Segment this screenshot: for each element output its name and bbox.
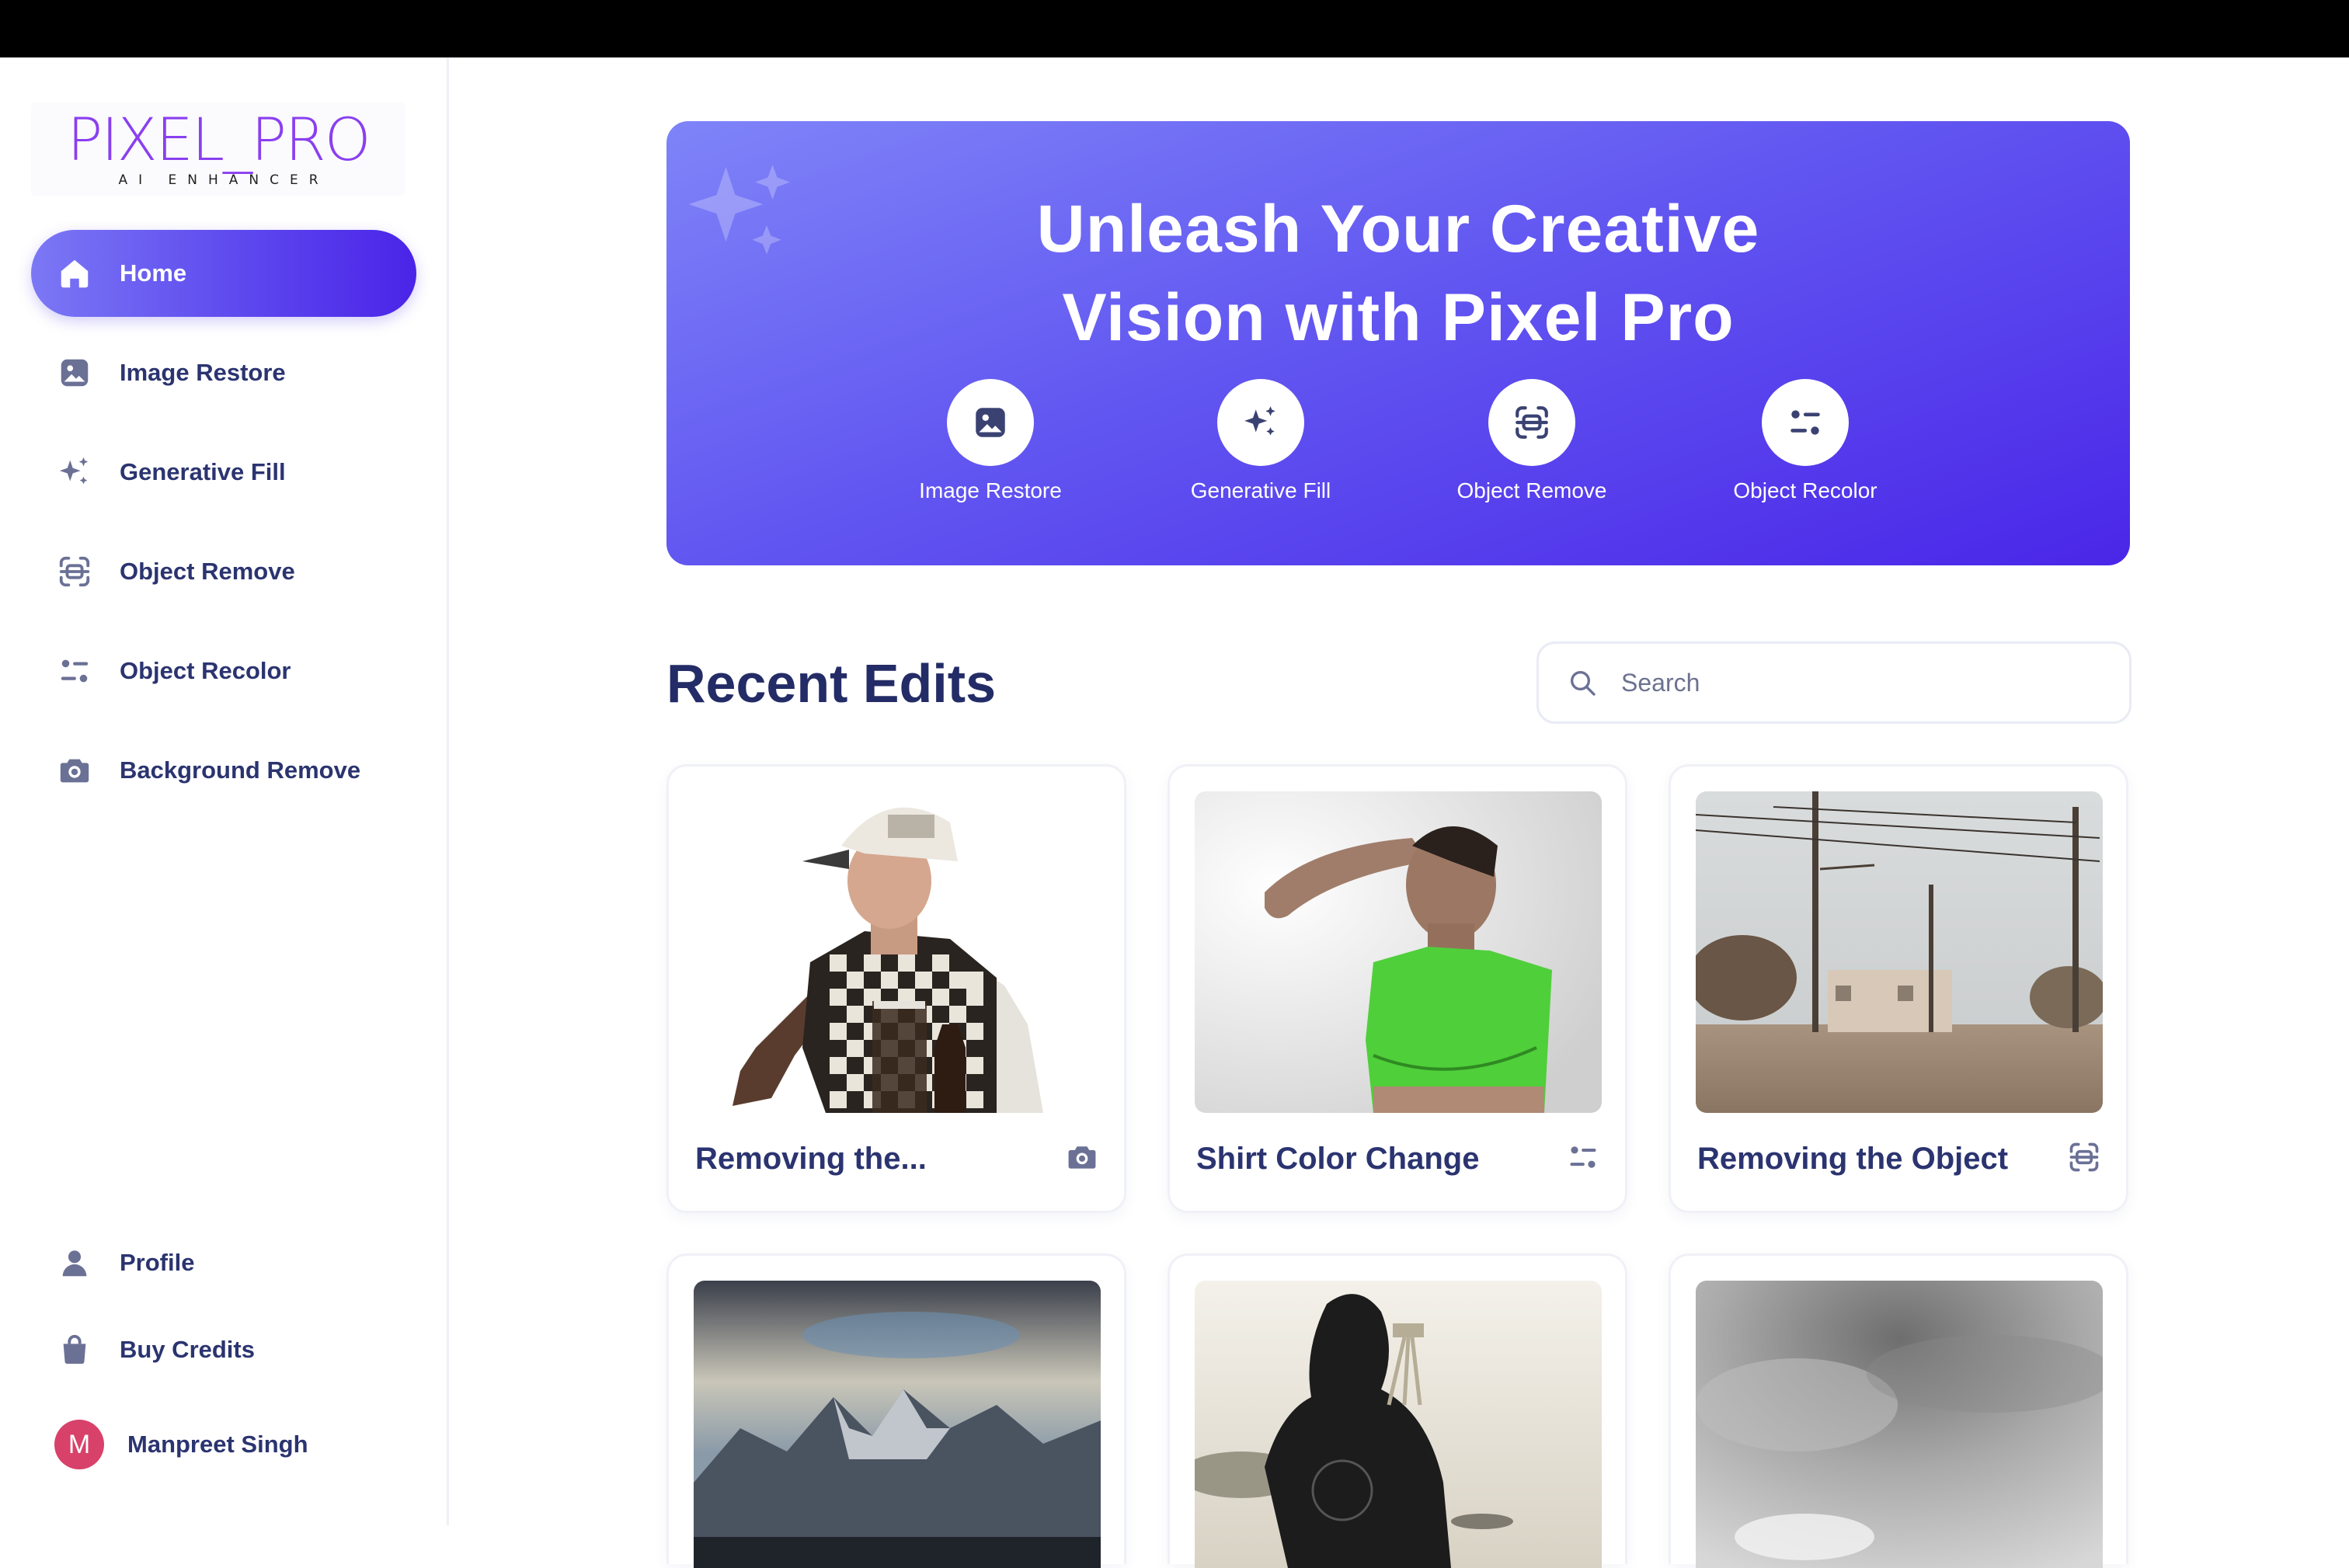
sidebar-user[interactable]: M Manpreet Singh xyxy=(31,1401,416,1488)
search-input[interactable] xyxy=(1621,668,2103,697)
hero-title-line-1: Unleash Your Creative xyxy=(1036,192,1760,266)
sidebar-item-profile[interactable]: Profile xyxy=(31,1219,416,1306)
sidebar-item-label: Generative Fill xyxy=(120,458,286,485)
search-box[interactable] xyxy=(1536,641,2132,724)
sidebar-item-image-restore[interactable]: Image Restore xyxy=(31,329,416,416)
edit-thumbnail xyxy=(1195,791,1602,1113)
scan-icon xyxy=(1488,379,1575,466)
hero-title: Unleash Your Creative Vision with Pixel … xyxy=(666,185,2130,362)
sidebar-item-background-remove[interactable]: Background Remove xyxy=(31,727,416,814)
sidebar-item-label: Background Remove xyxy=(120,756,361,784)
hero-tool-label: Image Restore xyxy=(919,478,1062,502)
hero-tool-object-recolor[interactable]: Object Recolor xyxy=(1689,379,1922,505)
user-icon xyxy=(56,1244,93,1281)
sidebar-item-label: Profile xyxy=(120,1249,195,1276)
sidebar-item-object-remove[interactable]: Object Remove xyxy=(31,528,416,615)
logo-tagline: AI ENHANCER xyxy=(118,172,329,188)
recent-edit-card[interactable] xyxy=(1669,1253,2128,1568)
card-footer: Shirt Color Change xyxy=(1196,1132,1600,1186)
hero-tool-image-restore[interactable]: Image Restore xyxy=(874,379,1107,505)
card-title: Removing the... xyxy=(695,1141,927,1176)
camera-icon xyxy=(56,752,93,789)
card-title: Shirt Color Change xyxy=(1196,1141,1480,1176)
image-icon xyxy=(56,354,93,391)
edit-thumbnail xyxy=(694,791,1101,1113)
sidebar-item-label: Buy Credits xyxy=(120,1336,255,1363)
sidebar-item-label: Home xyxy=(120,259,187,287)
sidebar: PIXEL_PRO AI ENHANCER Home Image Restore… xyxy=(0,57,449,1525)
recolor-icon xyxy=(56,652,93,690)
sparkles-icon xyxy=(1217,379,1304,466)
image-icon xyxy=(947,379,1034,466)
recolor-icon xyxy=(1566,1140,1600,1178)
card-footer: Removing the Object xyxy=(1697,1132,2101,1186)
sidebar-item-label: Object Remove xyxy=(120,558,295,585)
search-icon xyxy=(1571,671,1596,696)
sidebar-item-generative-fill[interactable]: Generative Fill xyxy=(31,429,416,516)
user-name: Manpreet Singh xyxy=(127,1431,308,1458)
recent-edits-title: Recent Edits xyxy=(666,653,996,714)
edit-thumbnail xyxy=(1696,791,2103,1113)
card-footer: Removing the... xyxy=(695,1132,1099,1186)
app-logo[interactable]: PIXEL_PRO AI ENHANCER xyxy=(31,103,405,196)
recent-edit-card[interactable] xyxy=(666,1253,1126,1568)
hero-tool-label: Object Recolor xyxy=(1733,478,1877,502)
scan-icon xyxy=(2067,1140,2101,1178)
hero-banner: Unleash Your Creative Vision with Pixel … xyxy=(666,121,2130,565)
sidebar-item-home[interactable]: Home xyxy=(31,230,416,317)
logo-wordmark: PIXEL_PRO xyxy=(67,105,371,174)
avatar: M xyxy=(54,1420,104,1469)
recolor-icon xyxy=(1762,379,1849,466)
camera-icon xyxy=(1065,1140,1099,1178)
sidebar-item-label: Image Restore xyxy=(120,359,286,386)
hero-title-line-2: Vision with Pixel Pro xyxy=(1062,280,1735,355)
hero-tool-label: Object Remove xyxy=(1456,478,1607,502)
card-title: Removing the Object xyxy=(1697,1141,2009,1176)
hero-tool-object-remove[interactable]: Object Remove xyxy=(1415,379,1648,505)
sidebar-item-label: Object Recolor xyxy=(120,657,291,684)
scan-icon xyxy=(56,553,93,590)
screen-top-bar xyxy=(0,0,2349,57)
hero-tool-generative-fill[interactable]: Generative Fill xyxy=(1144,379,1377,505)
bag-icon xyxy=(56,1331,93,1368)
recent-edit-card[interactable] xyxy=(1168,1253,1627,1568)
sidebar-item-object-recolor[interactable]: Object Recolor xyxy=(31,628,416,714)
hero-tool-label: Generative Fill xyxy=(1190,478,1331,502)
home-icon xyxy=(56,255,93,292)
recent-edit-card[interactable]: Removing the Object xyxy=(1669,764,2128,1213)
recent-edit-card[interactable]: Removing the... xyxy=(666,764,1126,1213)
sparkles-icon xyxy=(56,454,93,491)
sidebar-item-buy-credits[interactable]: Buy Credits xyxy=(31,1306,416,1393)
recent-edit-card[interactable]: Shirt Color Change xyxy=(1168,764,1627,1213)
